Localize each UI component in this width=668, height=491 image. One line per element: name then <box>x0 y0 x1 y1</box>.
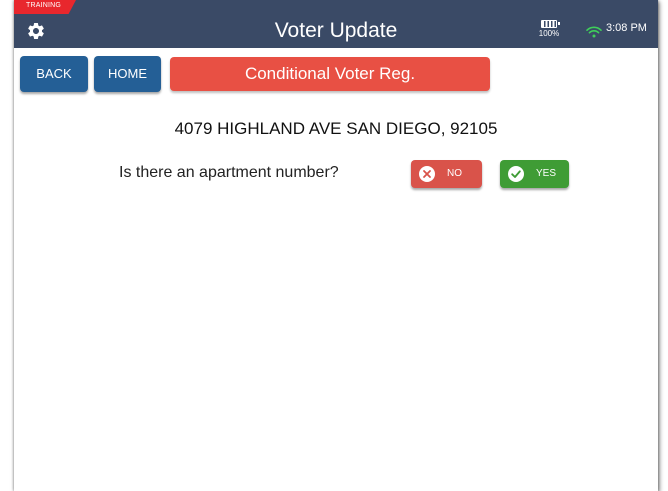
back-button[interactable]: BACK <box>20 56 88 92</box>
no-button[interactable]: NO <box>411 160 482 188</box>
no-label: NO <box>447 168 462 179</box>
battery-percent: 100% <box>538 29 560 38</box>
gear-icon[interactable] <box>26 21 46 41</box>
training-badge: TRAINING <box>14 0 76 14</box>
yes-button[interactable]: YES <box>500 160 569 188</box>
battery-status: 100% <box>534 20 564 38</box>
battery-icon <box>541 20 560 28</box>
section-banner: Conditional Voter Reg. <box>170 57 490 91</box>
clock: 3:08 PM <box>606 22 647 34</box>
address-text: 4079 HIGHLAND AVE SAN DIEGO, 92105 <box>174 119 498 138</box>
yes-label: YES <box>536 168 557 179</box>
app-header: TRAINING 100% 3:08 PM <box>14 0 658 48</box>
apartment-question: Is there an apartment number? <box>119 164 339 181</box>
wifi-icon <box>586 26 602 38</box>
home-button[interactable]: HOME <box>94 56 161 92</box>
close-circle-icon <box>419 166 435 182</box>
app-screen: TRAINING 100% 3:08 PM Voter Update BACK … <box>14 0 658 491</box>
check-circle-icon <box>508 166 524 182</box>
